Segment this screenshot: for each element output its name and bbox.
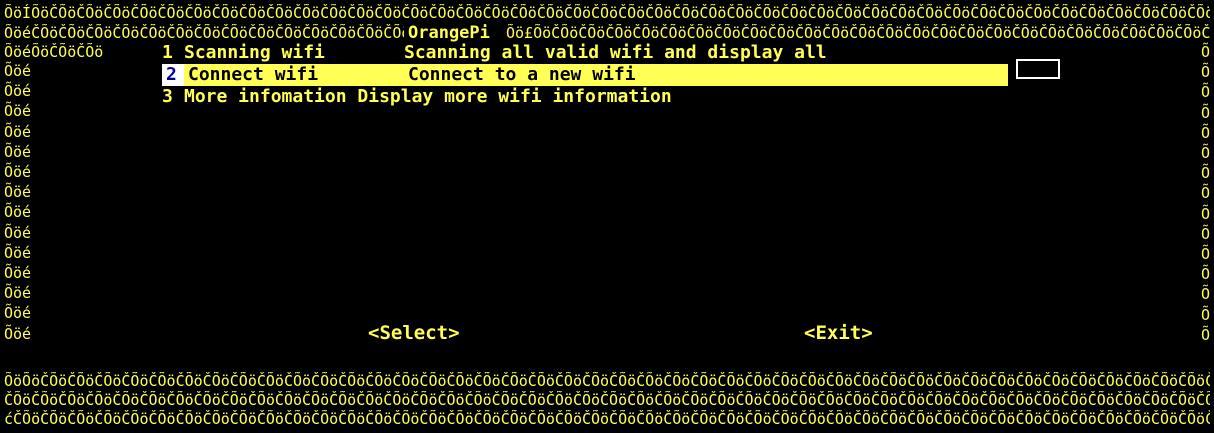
terminal-window: ÕöÍÕöČÕöČÕöČÕöČÕöČÕöČÕöČÕöČÕöČÕöČÕöČÕöČÕ… (0, 0, 1214, 433)
menu-item-description: Display more wifi information (357, 86, 672, 107)
menu-item-tag: 1 (162, 42, 173, 63)
window-title: OrangePi (404, 24, 494, 43)
exit-button[interactable]: <Exit> (804, 320, 873, 346)
border-left: Õöé Õöé Õöé Õöé Õöé Õöé Õöé Õöé Õöé Õöé … (4, 62, 32, 343)
menu-item-tag: 3 (162, 86, 173, 107)
menu-list: 1 Scanning wifi Scanning all valid wifi an… (162, 42, 1162, 108)
border-top-2-right: Õö£ÕöČÕöČÕöČÕöČÕöČÕöČÕöČÕöČÕöČÕöČÕöČÕöČÕ… (506, 24, 1210, 42)
border-bottom-2: ČÕöČÕöČÕöČÕöČÕöČÕöČÕöČÕöČÕöČÕöČÕöČÕöČÕöČ… (4, 391, 1210, 409)
menu-item-connect-wifi[interactable]: 2 Connect wifi Connect to a new wifi (162, 64, 1032, 86)
border-row-3-left: ÕöéÕöČÕöČÕö (4, 43, 104, 61)
border-top-2-left: ÕöéČÕöČÕöČÕöČÕöČÕöČÕöČÕöČÕöČÕöČÕöČÕöČÕöČ… (4, 24, 404, 42)
menu-item-label: Scanning wifi (184, 42, 325, 63)
menu-item-label: More infomation (184, 86, 347, 107)
menu-item-tag: 2 (162, 64, 184, 86)
border-top-1: ÕöÍÕöČÕöČÕöČÕöČÕöČÕöČÕöČÕöČÕöČÕöČÕöČÕöČÕ… (4, 4, 1210, 22)
border-bottom-3: ćČÕöČÕöČÕöČÕöČÕöČÕöČÕöČÕöČÕöČÕöČÕöČÕöČÕö… (4, 410, 1210, 428)
menu-item-scanning-wifi[interactable]: 1 Scanning wifi Scanning all valid wifi an… (162, 42, 1162, 64)
scroll-indicator (1016, 59, 1060, 79)
menu-item-description: Scanning all valid wifi and display all (404, 42, 827, 63)
menu-item-label: Connect wifi (188, 64, 319, 85)
border-bottom-1: ÕöÕöČÕöČÕöČÕöČÕöČÕöČÕöČÕöČÕöČÕöČÕöČÕöČÕö… (4, 372, 1210, 390)
border-right: Õ Õ Õ Õ Õ Õ Õ Õ Õ Õ Õ Õ Õ Õ Õ (1200, 43, 1210, 344)
select-button[interactable]: <Select> (368, 320, 460, 346)
menu-item-more-information[interactable]: 3 More infomation Display more wifi infor… (162, 86, 1162, 108)
menu-item-description: Connect to a new wifi (408, 64, 636, 85)
